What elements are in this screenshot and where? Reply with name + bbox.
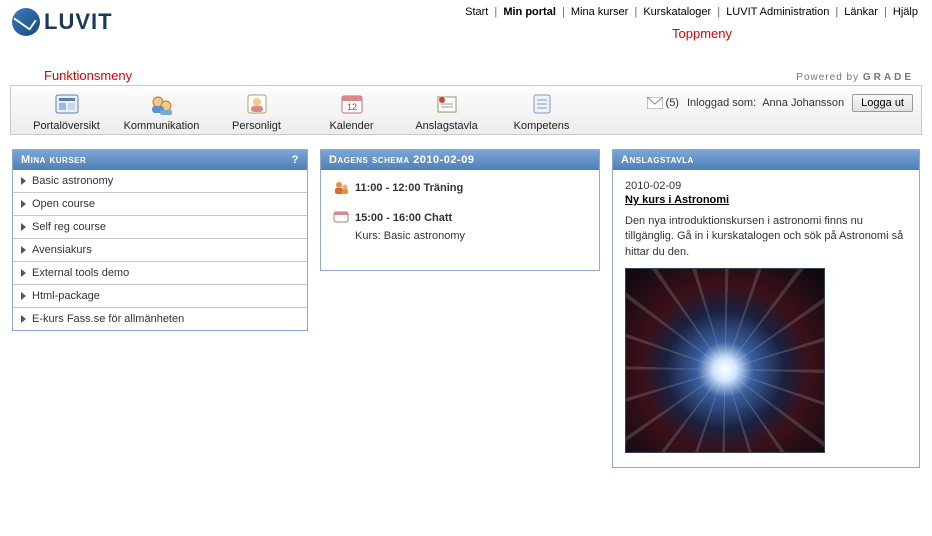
bulletin-date: 2010-02-09: [625, 180, 907, 192]
powered-brand: GRADE: [863, 72, 914, 83]
func-personal[interactable]: Personligt: [209, 90, 304, 132]
course-item[interactable]: External tools demo: [13, 261, 307, 284]
chevron-right-icon: [21, 292, 26, 300]
message-indicator[interactable]: (5): [647, 97, 679, 109]
top-nav: Start | Min portal | Mina kurser | Kursk…: [463, 6, 920, 18]
message-count: (5): [666, 97, 679, 109]
nav-sep: |: [884, 6, 887, 18]
panel-title: Mina kurser: [21, 154, 86, 166]
course-label: Html-package: [32, 290, 100, 302]
panel-my-courses: Mina kurser ? Basic astronomy Open cours…: [12, 149, 308, 331]
course-label: Open course: [32, 198, 95, 210]
course-label: E-kurs Fass.se för allmänheten: [32, 313, 184, 325]
chevron-right-icon: [21, 223, 26, 231]
chevron-right-icon: [21, 200, 26, 208]
overview-icon: [53, 92, 81, 116]
course-item[interactable]: Html-package: [13, 284, 307, 307]
nav-sep: |: [835, 6, 838, 18]
func-label: Anslagstavla: [415, 120, 477, 132]
course-item[interactable]: Avensiakurs: [13, 238, 307, 261]
func-label: Portalöversikt: [33, 120, 100, 132]
login-user: Anna Johansson: [762, 97, 844, 109]
calendar-icon: 12: [338, 92, 366, 116]
annotation-topmenu: Toppmeny: [672, 26, 732, 41]
bulletin-image: [625, 268, 825, 453]
chevron-right-icon: [21, 246, 26, 254]
bulletin-headline[interactable]: Ny kurs i Astronomi: [625, 194, 729, 206]
panel-schedule: Dagens schema 2010-02-09 11:00 - 12:00 T…: [320, 149, 600, 271]
panel-header: Anslagstavla: [613, 150, 919, 170]
func-board[interactable]: Anslagstavla: [399, 90, 494, 132]
schedule-sub: Kurs: Basic astronomy: [355, 230, 587, 242]
nav-sep: |: [634, 6, 637, 18]
func-calendar[interactable]: 12 Kalender: [304, 90, 399, 132]
course-label: External tools demo: [32, 267, 129, 279]
nav-luvit-admin[interactable]: LUVIT Administration: [724, 6, 831, 18]
schedule-item[interactable]: 11:00 - 12:00 Träning: [333, 180, 587, 196]
course-label: Basic astronomy: [32, 175, 113, 187]
function-toolbar: Portalöversikt Kommunikation Personligt …: [10, 85, 922, 135]
nav-hjalp[interactable]: Hjälp: [891, 6, 920, 18]
nav-min-portal[interactable]: Min portal: [501, 6, 558, 18]
schedule-item[interactable]: 15:00 - 16:00 Chatt Kurs: Basic astronom…: [333, 210, 587, 242]
logo-text: LUVIT: [44, 9, 113, 35]
panel-header: Dagens schema 2010-02-09: [321, 150, 599, 170]
func-label: Kalender: [329, 120, 373, 132]
func-competence[interactable]: Kompetens: [494, 90, 589, 132]
course-label: Self reg course: [32, 221, 106, 233]
login-status: Inloggad som: Anna Johansson: [687, 97, 844, 109]
schedule-time: 11:00 - 12:00 Träning: [355, 182, 463, 194]
nav-sep: |: [494, 6, 497, 18]
competence-icon: [528, 92, 556, 116]
course-item[interactable]: E-kurs Fass.se för allmänheten: [13, 307, 307, 330]
nav-sep: |: [717, 6, 720, 18]
course-item[interactable]: Basic astronomy: [13, 170, 307, 192]
powered-prefix: Powered by: [796, 72, 863, 83]
login-prefix: Inloggad som:: [687, 97, 756, 109]
help-icon[interactable]: ?: [292, 154, 299, 166]
course-item[interactable]: Open course: [13, 192, 307, 215]
nav-lankar[interactable]: Länkar: [842, 6, 880, 18]
logo-icon: [12, 8, 40, 36]
func-label: Kompetens: [514, 120, 570, 132]
training-icon: [333, 180, 349, 196]
nav-mina-kurser[interactable]: Mina kurser: [569, 6, 630, 18]
envelope-icon: [647, 97, 663, 109]
course-list: Basic astronomy Open course Self reg cou…: [13, 170, 307, 330]
panel-header: Mina kurser ?: [13, 150, 307, 170]
chat-icon: [333, 210, 349, 226]
panel-bulletin: Anslagstavla 2010-02-09 Ny kurs i Astron…: [612, 149, 920, 468]
chevron-right-icon: [21, 315, 26, 323]
func-label: Personligt: [232, 120, 281, 132]
svg-text:12: 12: [346, 102, 356, 112]
panel-title: Dagens schema 2010-02-09: [329, 154, 474, 166]
bulletin-body: Den nya introduktionskursen i astronomi …: [625, 214, 907, 260]
powered-by: Powered by GRADE: [796, 72, 914, 83]
communication-icon: [148, 92, 176, 116]
annotation-funcmenu: Funktionsmeny: [44, 68, 132, 83]
nav-sep: |: [562, 6, 565, 18]
chevron-right-icon: [21, 177, 26, 185]
nav-start[interactable]: Start: [463, 6, 490, 18]
schedule-time: 15:00 - 16:00 Chatt: [355, 212, 452, 224]
func-overview[interactable]: Portalöversikt: [19, 90, 114, 132]
course-item[interactable]: Self reg course: [13, 215, 307, 238]
logout-button[interactable]: Logga ut: [852, 94, 913, 112]
nav-kurskataloger[interactable]: Kurskataloger: [641, 6, 713, 18]
board-icon: [433, 92, 461, 116]
personal-icon: [243, 92, 271, 116]
logo[interactable]: LUVIT: [12, 8, 113, 36]
chevron-right-icon: [21, 269, 26, 277]
panel-title: Anslagstavla: [621, 154, 694, 166]
func-label: Kommunikation: [124, 120, 200, 132]
func-communication[interactable]: Kommunikation: [114, 90, 209, 132]
course-label: Avensiakurs: [32, 244, 92, 256]
